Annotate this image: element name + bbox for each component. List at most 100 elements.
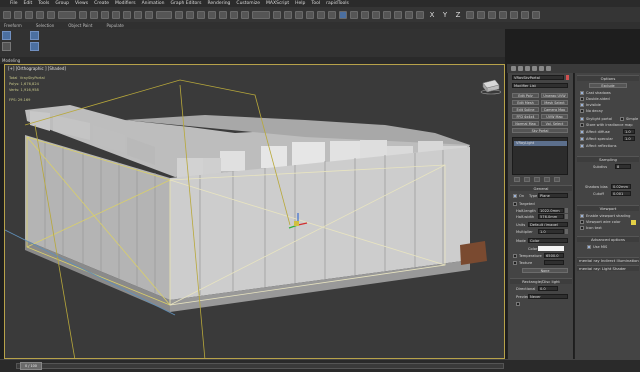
vray-frame-icon[interactable] (383, 10, 391, 19)
exclude-button[interactable]: Exclude (589, 83, 627, 88)
skylight-portal-checkbox[interactable] (580, 117, 584, 121)
select-icon[interactable] (79, 10, 87, 19)
layer-manager-icon[interactable] (295, 10, 303, 19)
remove-modifier-icon[interactable] (544, 177, 550, 182)
menu-item-customize[interactable]: Customize (236, 1, 260, 6)
edit-poly-button[interactable]: Edit Poly (512, 93, 539, 98)
tab-selection[interactable]: Selection (36, 23, 54, 28)
half-width-spinner[interactable] (565, 214, 568, 219)
stack-item-vraylight[interactable]: VRayLight (514, 141, 567, 146)
rect-select-icon[interactable] (101, 10, 109, 19)
uvw-map-button[interactable]: UVW Map (541, 114, 568, 119)
extra-tool-2-icon[interactable] (488, 10, 496, 19)
edit-spline-button[interactable]: Edit Spline (512, 107, 539, 112)
texture-none-button[interactable]: None (522, 268, 568, 273)
use-mis-checkbox[interactable] (587, 245, 591, 249)
keyboard-shortcut-icon[interactable] (197, 10, 205, 19)
schematic-view-icon[interactable] (328, 10, 336, 19)
tab-populate[interactable]: Populate (106, 23, 123, 28)
display-tab-icon[interactable] (539, 66, 544, 71)
material-editor-icon[interactable] (339, 10, 347, 19)
vray-tool-icon[interactable] (394, 10, 402, 19)
select-by-name-icon[interactable] (90, 10, 98, 19)
sampling-rollout-header[interactable]: Sampling (577, 156, 639, 162)
object-color-swatch[interactable] (566, 75, 569, 80)
snap-icon[interactable] (208, 10, 216, 19)
menu-item-modifiers[interactable]: Modifiers (115, 1, 136, 6)
ribbon-tool-1-icon[interactable] (2, 31, 11, 40)
menu-item-help[interactable]: Help (295, 1, 305, 6)
reference-coord-dropdown[interactable] (156, 10, 172, 19)
camera-map-button[interactable]: Camera Map (541, 107, 568, 112)
extra-tool-icon[interactable] (477, 10, 485, 19)
modifier-list-dropdown[interactable]: Modifier List (512, 83, 568, 88)
percent-snap-icon[interactable] (230, 10, 238, 19)
ribbon-tool-2-icon[interactable] (2, 42, 11, 51)
color-swatch[interactable] (538, 246, 564, 251)
unlink-icon[interactable] (36, 10, 44, 19)
menu-item-views[interactable]: Views (75, 1, 88, 6)
sky-portal-button[interactable]: Sky Portal (512, 128, 568, 133)
ribbon-tool-3-icon[interactable] (30, 31, 39, 40)
invisible-checkbox[interactable] (580, 103, 584, 107)
units-dropdown[interactable]: Default (image) (528, 222, 568, 227)
mirror-icon[interactable] (273, 10, 281, 19)
shadow-bias-input[interactable]: 0.02mm (611, 184, 631, 189)
store-irradiance-checkbox[interactable] (580, 123, 584, 127)
wire-color-swatch[interactable] (631, 220, 636, 225)
undo-icon[interactable] (3, 10, 11, 19)
advanced-rollout-header[interactable]: Advanced options (577, 236, 639, 242)
modify-tab-icon[interactable] (518, 66, 523, 71)
preview-dropdown[interactable]: Never (528, 294, 568, 299)
pivot-icon[interactable] (175, 10, 183, 19)
menu-item-rapidtools[interactable]: rapidTools (326, 1, 349, 6)
ribbon-tool-4-icon[interactable] (30, 42, 39, 51)
affect-diffuse-input[interactable]: 1.0 (623, 129, 635, 134)
temperature-radio[interactable] (513, 254, 517, 258)
object-name-field[interactable]: VRaySkyPortal (512, 75, 564, 80)
affect-diffuse-checkbox[interactable] (580, 130, 584, 134)
vray-sun-icon[interactable] (416, 10, 424, 19)
time-slider[interactable]: 0 / 100 (20, 362, 42, 370)
extra-tool-4-icon[interactable] (510, 10, 518, 19)
rendered-frame-icon[interactable] (361, 10, 369, 19)
align-icon[interactable] (284, 10, 292, 19)
normal-map-button[interactable]: Normal Map (512, 121, 539, 126)
tab-freeform[interactable]: Freeform (4, 23, 22, 28)
create-tab-icon[interactable] (511, 66, 516, 71)
window-crossing-icon[interactable] (112, 10, 120, 19)
menu-item-animation[interactable]: Animation (142, 1, 165, 6)
modifier-stack-list[interactable]: VRayLight (512, 137, 568, 175)
graphite-icon[interactable] (306, 10, 314, 19)
texture-checkbox[interactable] (513, 261, 517, 265)
viewport-wire-color-checkbox[interactable] (580, 220, 584, 224)
half-length-spinner[interactable] (565, 208, 568, 213)
menu-item-tools[interactable]: Tools (38, 1, 49, 6)
angle-snap-icon[interactable] (219, 10, 227, 19)
menu-item-rendering[interactable]: Rendering (207, 1, 230, 6)
subdivs-input[interactable]: 8 (615, 164, 631, 169)
viewcube-icon[interactable] (479, 77, 501, 95)
time-slider-track[interactable] (16, 363, 504, 369)
options-rollout-header[interactable]: Options (577, 75, 639, 81)
configure-sets-icon[interactable] (554, 177, 560, 182)
render-setup-icon[interactable] (350, 10, 358, 19)
cutoff-input[interactable]: 0.001 (611, 191, 631, 196)
affect-specular-input[interactable]: 1.0 (623, 136, 635, 141)
mental-ray-indirect-header[interactable]: mental ray Indirect Illumination (577, 257, 639, 263)
viewport[interactable]: [+] [Orthographic ] [Shaded] Total VrayS… (4, 64, 505, 359)
directional-input[interactable]: 0.0 (538, 286, 558, 291)
menu-item-graph-editors[interactable]: Graph Editors (171, 1, 202, 6)
scale-icon[interactable] (145, 10, 153, 19)
temperature-input[interactable]: 6500.0 (544, 253, 564, 258)
affect-reflections-checkbox[interactable] (580, 144, 584, 148)
texture-resolution[interactable] (544, 260, 564, 265)
rect-disc-rollout-header[interactable]: Rectangle/Disc light (510, 278, 572, 284)
axis-z-button[interactable]: Z (453, 11, 463, 19)
ffd-button[interactable]: FFD 4x4x4 (512, 114, 539, 119)
simple-checkbox[interactable] (620, 117, 624, 121)
spinner-snap-icon[interactable] (241, 10, 249, 19)
cast-shadows-checkbox[interactable] (580, 91, 584, 95)
axis-y-button[interactable]: Y (440, 11, 450, 19)
make-unique-icon[interactable] (534, 177, 540, 182)
